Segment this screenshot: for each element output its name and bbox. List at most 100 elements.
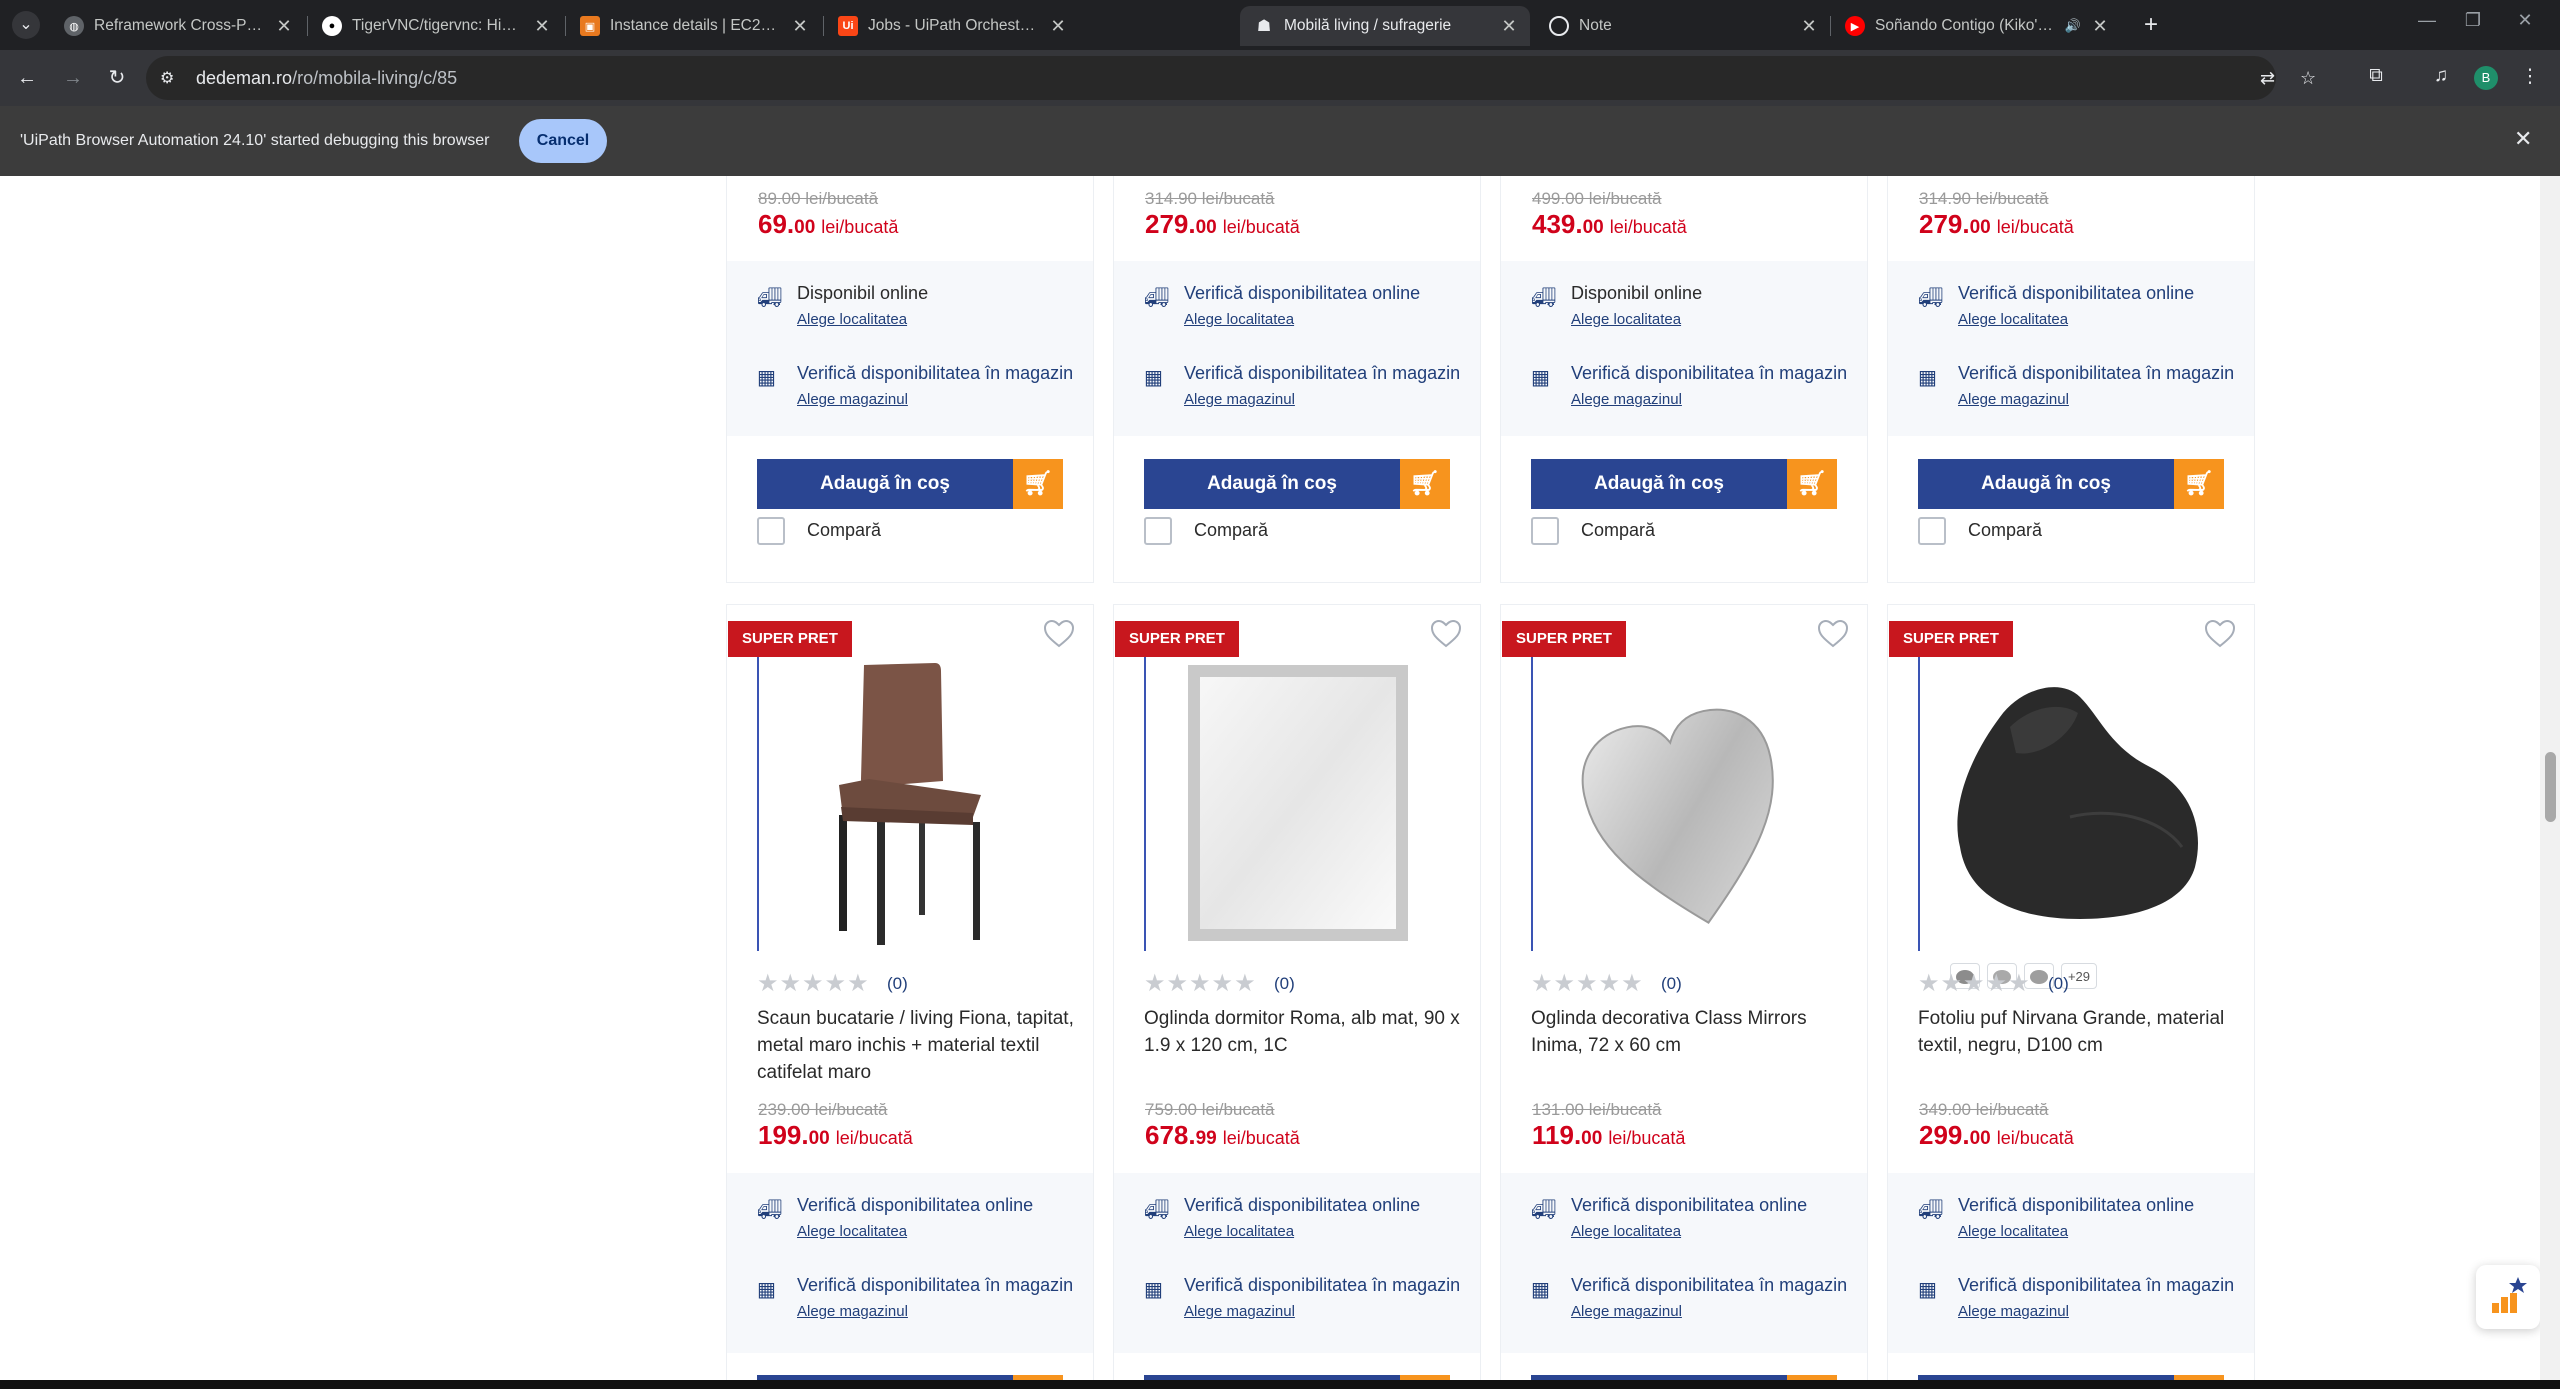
tab-youtube[interactable]: ▶ Soñando Contigo (Kiko's R 🔊 ✕ [1831, 6, 2121, 46]
rating-count[interactable]: (0) [1661, 974, 1682, 994]
product-card[interactable]: SUPER PRET ★★★★★ (0) Oglinda dormitor Rom… [1113, 604, 1481, 1380]
forward-icon[interactable]: → [58, 63, 88, 93]
choose-locality-link[interactable]: Alege localitatea [1184, 1223, 1294, 1240]
url-path: /ro/mobila-living/c/85 [292, 68, 458, 88]
tab-ec2[interactable]: ▣ Instance details | EC2 | eu-north ✕ [566, 6, 821, 46]
wishlist-heart-icon[interactable] [1430, 619, 1462, 649]
check-store-link[interactable]: Verifică disponibilitatea în magazin [797, 363, 1073, 384]
check-online-link[interactable]: Verifică disponibilitatea online [1958, 283, 2194, 304]
product-name[interactable]: Fotoliu puf Nirvana Grande, material tex… [1918, 1005, 2238, 1059]
store-icon: ▦ [1531, 367, 1550, 389]
translate-icon[interactable]: ⇄ [2260, 68, 2275, 89]
check-online-link[interactable]: Verifică disponibilitatea online [797, 1195, 1033, 1216]
online-status: Disponibil online [797, 283, 929, 303]
product-card[interactable]: SUPER PRET ★★★★★ (0) Oglinda decorativa C… [1500, 604, 1868, 1380]
product-name[interactable]: Scaun bucatarie / living Fiona, tapitat,… [757, 1005, 1077, 1086]
rating-count[interactable]: (0) [2048, 974, 2069, 994]
store-icon: ▦ [1144, 1279, 1163, 1301]
tab-uipath[interactable]: Ui Jobs - UiPath Orchestrator ✕ [824, 6, 1079, 46]
add-to-cart-button[interactable]: Adaugă în coş🛒︎ [1144, 459, 1450, 509]
check-online-link[interactable]: Verifică disponibilitatea online [1571, 1195, 1807, 1216]
choose-locality-link[interactable]: Alege localitatea [1571, 311, 1681, 328]
rating: ★★★★★ (0) [757, 969, 908, 998]
choose-locality-link[interactable]: Alege localitatea [797, 1223, 907, 1240]
choose-locality-link[interactable]: Alege localitatea [1958, 311, 2068, 328]
close-tab-icon[interactable]: ✕ [1496, 16, 1522, 37]
speaker-icon[interactable]: 🔊 [2065, 18, 2081, 34]
url-text[interactable]: dedeman.ro/ro/mobila-living/c/85 [196, 68, 457, 89]
choose-locality-link[interactable]: Alege localitatea [1184, 311, 1294, 328]
check-store-link[interactable]: Verifică disponibilitatea în magazin [1184, 363, 1460, 384]
choose-store-link[interactable]: Alege magazinul [1571, 391, 1682, 408]
product-card[interactable]: SUPER PRET +29 ★★★★★ (0) Fotoliu puf Nirv… [1887, 604, 2255, 1380]
tab-tigervnc[interactable]: ● TigerVNC/tigervnc: High perfor ✕ [308, 6, 563, 46]
choose-store-link[interactable]: Alege magazinul [1958, 1303, 2069, 1320]
product-image[interactable] [1531, 657, 1837, 951]
wishlist-heart-icon[interactable] [2204, 619, 2236, 649]
more-menu-icon[interactable]: ⋮ [2516, 65, 2544, 88]
check-store-link[interactable]: Verifică disponibilitatea în magazin [1958, 363, 2234, 384]
close-tab-icon[interactable]: ✕ [529, 16, 555, 37]
restore-icon[interactable]: ❐ [2458, 10, 2488, 31]
choose-locality-link[interactable]: Alege localitatea [797, 311, 907, 328]
product-card[interactable]: SUPER PRET ★★★★★ (0) Scaun bucatarie / li… [726, 604, 1094, 1380]
add-to-cart-button[interactable]: Adaugă în coş🛒︎ [757, 459, 1063, 509]
current-price: 69.00 lei/bucată [758, 209, 899, 239]
close-tab-icon[interactable]: ✕ [2087, 16, 2113, 37]
choose-store-link[interactable]: Alege magazinul [1571, 1303, 1682, 1320]
choose-locality-link[interactable]: Alege localitatea [1571, 1223, 1681, 1240]
close-tab-icon[interactable]: ✕ [1045, 16, 1071, 37]
site-settings-icon[interactable]: ⚙ [160, 68, 180, 88]
product-image[interactable]: +29 [1918, 657, 2224, 989]
tab-note[interactable]: Note ✕ [1535, 6, 1830, 46]
extensions-icon[interactable]: ⧉ [2362, 65, 2390, 87]
uipath-icon: Ui [838, 16, 858, 36]
tab-reframework[interactable]: ◍ Reframework Cross-Platform C ✕ [50, 6, 305, 46]
minimize-icon[interactable]: — [2412, 10, 2442, 31]
address-bar[interactable]: ⚙ dedeman.ro/ro/mobila-living/c/85 ⇄ ☆ [146, 56, 2316, 100]
page-scrollbar[interactable] [2540, 176, 2560, 1380]
product-name[interactable]: Oglinda dormitor Roma, alb mat, 90 x 1.9… [1144, 1005, 1464, 1059]
choose-store-link[interactable]: Alege magazinul [797, 1303, 908, 1320]
add-to-cart-button[interactable]: Adaugă în coş🛒︎ [1918, 459, 2224, 509]
reviews-widget-button[interactable] [2476, 1265, 2540, 1329]
product-image[interactable] [1144, 657, 1450, 951]
profile-avatar[interactable]: B [2474, 66, 2498, 90]
check-store-link[interactable]: Verifică disponibilitatea în magazin [797, 1275, 1073, 1296]
close-tab-icon[interactable]: ✕ [271, 16, 297, 37]
tab-search-chevron-icon[interactable]: ⌄ [12, 11, 40, 39]
new-tab-icon[interactable]: + [2135, 9, 2167, 41]
check-online-link[interactable]: Verifică disponibilitatea online [1184, 1195, 1420, 1216]
check-online-link[interactable]: Verifică disponibilitatea online [1958, 1195, 2194, 1216]
choose-store-link[interactable]: Alege magazinul [1184, 391, 1295, 408]
product-name[interactable]: Oglinda decorativa Class Mirrors Inima, … [1531, 1005, 1851, 1059]
choose-locality-link[interactable]: Alege localitatea [1958, 1223, 2068, 1240]
media-controls-icon[interactable]: ♫ [2427, 65, 2455, 87]
choose-store-link[interactable]: Alege magazinul [1184, 1303, 1295, 1320]
scrollbar-thumb[interactable] [2545, 752, 2556, 822]
rating-count[interactable]: (0) [1274, 974, 1295, 994]
choose-store-link[interactable]: Alege magazinul [797, 391, 908, 408]
back-icon[interactable]: ← [12, 63, 42, 93]
current-price: 299.00 lei/bucată [1919, 1120, 2074, 1150]
check-store-link[interactable]: Verifică disponibilitatea în magazin [1571, 1275, 1847, 1296]
cart-icon: 🛒︎ [1787, 459, 1837, 509]
check-online-link[interactable]: Verifică disponibilitatea online [1184, 283, 1420, 304]
reload-icon[interactable]: ↻ [102, 63, 132, 93]
check-store-link[interactable]: Verifică disponibilitatea în magazin [1958, 1275, 2234, 1296]
bookmark-star-icon[interactable]: ☆ [2300, 68, 2316, 89]
wishlist-heart-icon[interactable] [1043, 619, 1075, 649]
choose-store-link[interactable]: Alege magazinul [1958, 391, 2069, 408]
infobar-close-icon[interactable]: ✕ [2514, 126, 2532, 152]
rating-count[interactable]: (0) [887, 974, 908, 994]
window-close-icon[interactable]: ✕ [2510, 10, 2540, 31]
product-image[interactable] [757, 657, 1063, 951]
wishlist-heart-icon[interactable] [1817, 619, 1849, 649]
add-to-cart-button[interactable]: Adaugă în coş🛒︎ [1531, 459, 1837, 509]
check-store-link[interactable]: Verifică disponibilitatea în magazin [1571, 363, 1847, 384]
tab-dedeman[interactable]: ☗ Mobilă living / sufragerie ✕ [1240, 6, 1530, 46]
check-store-link[interactable]: Verifică disponibilitatea în magazin [1184, 1275, 1460, 1296]
cancel-button[interactable]: Cancel [519, 119, 607, 163]
close-tab-icon[interactable]: ✕ [1796, 16, 1822, 37]
close-tab-icon[interactable]: ✕ [787, 16, 813, 37]
